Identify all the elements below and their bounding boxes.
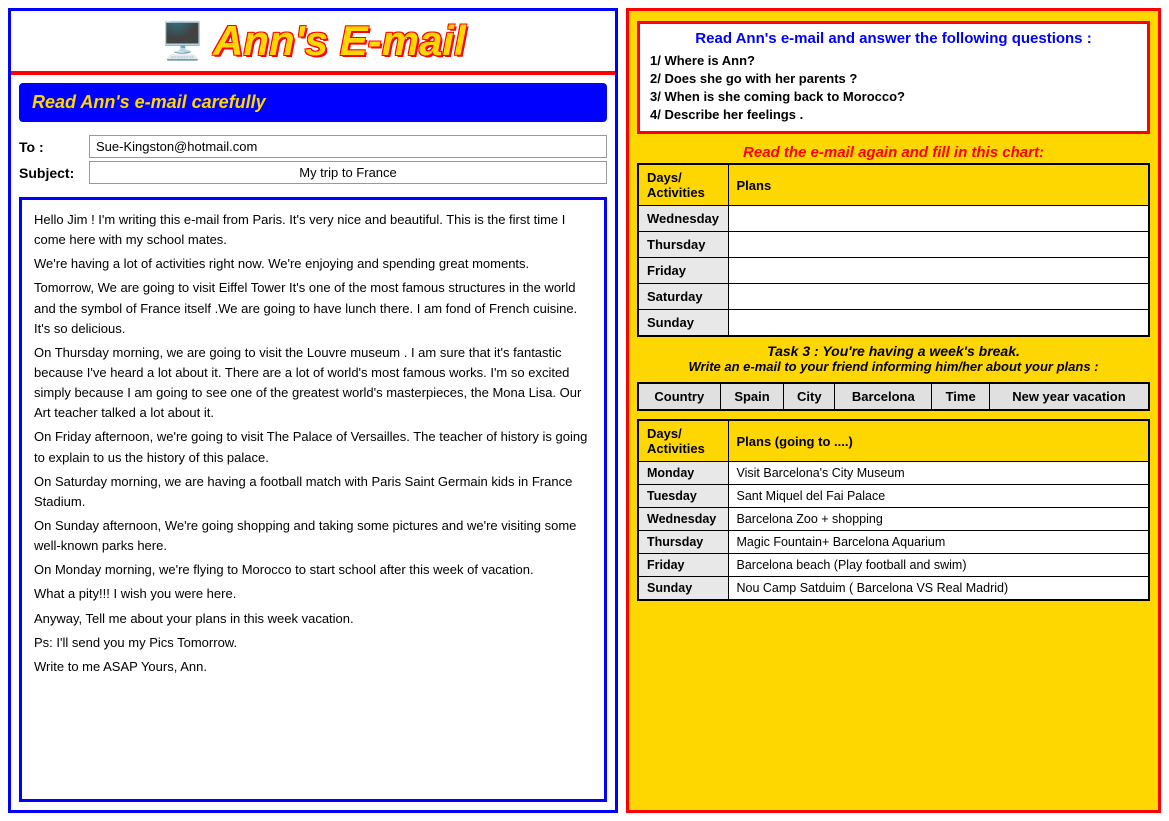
- plans-cell: [728, 310, 1149, 337]
- plans-plan-cell: Visit Barcelona's City Museum: [728, 462, 1149, 485]
- day-cell: Sunday: [638, 310, 728, 337]
- plans-plan-cell: Barcelona beach (Play football and swim): [728, 554, 1149, 577]
- question-item: 4/ Describe her feelings .: [650, 107, 1137, 122]
- day-cell: Thursday: [638, 232, 728, 258]
- question-item: 2/ Does she go with her parents ?: [650, 71, 1137, 86]
- plans-row: MondayVisit Barcelona's City Museum: [638, 462, 1149, 485]
- activities-chart: Days/ Activities Plans WednesdayThursday…: [637, 163, 1150, 337]
- info-header-new-year-vacation: New year vacation: [989, 383, 1149, 410]
- email-paragraph: On Saturday morning, we are having a foo…: [34, 472, 592, 512]
- email-paragraph: We're having a lot of activities right n…: [34, 254, 592, 274]
- chart-header-days: Days/ Activities: [638, 164, 728, 206]
- info-header-country: Country: [638, 383, 720, 410]
- email-paragraph: Anyway, Tell me about your plans in this…: [34, 609, 592, 629]
- info-header-barcelona: Barcelona: [835, 383, 932, 410]
- plans-row: FridayBarcelona beach (Play football and…: [638, 554, 1149, 577]
- subject-field[interactable]: My trip to France: [89, 161, 607, 184]
- email-paragraph: Ps: I'll send you my Pics Tomorrow.: [34, 633, 592, 653]
- day-cell: Friday: [638, 258, 728, 284]
- question-item: 1/ Where is Ann?: [650, 53, 1137, 68]
- plans-plan-cell: Nou Camp Satduim ( Barcelona VS Real Mad…: [728, 577, 1149, 601]
- email-paragraph: On Friday afternoon, we're going to visi…: [34, 427, 592, 467]
- plans-plan-cell: Magic Fountain+ Barcelona Aquarium: [728, 531, 1149, 554]
- chart-row: Saturday: [638, 284, 1149, 310]
- info-header-time: Time: [932, 383, 989, 410]
- plans-day-cell: Friday: [638, 554, 728, 577]
- chart-header-plans: Plans: [728, 164, 1149, 206]
- email-header: To : Sue-Kingston@hotmail.com Subject: M…: [11, 128, 615, 191]
- questions-box: Read Ann's e-mail and answer the followi…: [637, 21, 1150, 134]
- to-field[interactable]: Sue-Kingston@hotmail.com: [89, 135, 607, 158]
- to-row: To : Sue-Kingston@hotmail.com: [19, 135, 607, 158]
- title-banner: 🖥️ Ann's E-mail: [11, 11, 615, 69]
- email-paragraph: Hello Jim ! I'm writing this e-mail from…: [34, 210, 592, 250]
- right-panel: Read Ann's e-mail and answer the followi…: [626, 8, 1161, 813]
- banner-text: Read Ann's e-mail carefully: [32, 92, 266, 112]
- to-label: To :: [19, 139, 89, 155]
- chart-row: Wednesday: [638, 206, 1149, 232]
- email-paragraph: On Monday morning, we're flying to Moroc…: [34, 560, 592, 580]
- plans-day-cell: Monday: [638, 462, 728, 485]
- plans-cell: [728, 258, 1149, 284]
- plans-row: WednesdayBarcelona Zoo + shopping: [638, 508, 1149, 531]
- info-table: CountrySpainCityBarcelonaTimeNew year va…: [637, 382, 1150, 411]
- plans-header-days: Days/ Activities: [638, 420, 728, 462]
- email-paragraph: On Thursday morning, we are going to vis…: [34, 343, 592, 424]
- question-item: 3/ When is she coming back to Morocco?: [650, 89, 1137, 104]
- read-carefully-banner: Read Ann's e-mail carefully: [19, 83, 607, 122]
- questions-list: 1/ Where is Ann? 2/ Does she go with her …: [650, 53, 1137, 122]
- plans-day-cell: Tuesday: [638, 485, 728, 508]
- plans-cell: [728, 284, 1149, 310]
- page-title: Ann's E-mail: [213, 17, 466, 65]
- task3-line1: Task 3 : You're having a week's break.: [637, 343, 1150, 359]
- email-paragraph: On Sunday afternoon, We're going shoppin…: [34, 516, 592, 556]
- plans-plan-cell: Sant Miquel del Fai Palace: [728, 485, 1149, 508]
- info-header-spain: Spain: [720, 383, 784, 410]
- subject-row: Subject: My trip to France: [19, 161, 607, 184]
- plans-plan-cell: Barcelona Zoo + shopping: [728, 508, 1149, 531]
- email-paragraph: What a pity!!! I wish you were here.: [34, 584, 592, 604]
- questions-title: Read Ann's e-mail and answer the followi…: [650, 30, 1137, 47]
- plans-row: TuesdaySant Miquel del Fai Palace: [638, 485, 1149, 508]
- email-body: Hello Jim ! I'm writing this e-mail from…: [19, 197, 607, 802]
- red-divider: [11, 71, 615, 75]
- left-panel: 🖥️ Ann's E-mail Read Ann's e-mail carefu…: [8, 8, 618, 813]
- computer-icon: 🖥️: [160, 20, 205, 62]
- plans-row: ThursdayMagic Fountain+ Barcelona Aquari…: [638, 531, 1149, 554]
- subject-label: Subject:: [19, 165, 89, 181]
- day-cell: Saturday: [638, 284, 728, 310]
- chart-row: Thursday: [638, 232, 1149, 258]
- task3-line2: Write an e-mail to your friend informing…: [637, 359, 1150, 374]
- plans-day-cell: Wednesday: [638, 508, 728, 531]
- chart-title: Read the e-mail again and fill in this c…: [629, 140, 1158, 163]
- email-paragraph: Write to me ASAP Yours, Ann.: [34, 657, 592, 677]
- plans-day-cell: Thursday: [638, 531, 728, 554]
- plans-table: Days/ Activities Plans (going to ....) M…: [637, 419, 1150, 601]
- email-paragraph: Tomorrow, We are going to visit Eiffel T…: [34, 278, 592, 338]
- info-header-city: City: [784, 383, 835, 410]
- plans-cell: [728, 206, 1149, 232]
- plans-row: SundayNou Camp Satduim ( Barcelona VS Re…: [638, 577, 1149, 601]
- task3-box: Task 3 : You're having a week's break. W…: [637, 343, 1150, 374]
- plans-cell: [728, 232, 1149, 258]
- chart-row: Friday: [638, 258, 1149, 284]
- plans-header-plans: Plans (going to ....): [728, 420, 1149, 462]
- plans-day-cell: Sunday: [638, 577, 728, 601]
- day-cell: Wednesday: [638, 206, 728, 232]
- chart-row: Sunday: [638, 310, 1149, 337]
